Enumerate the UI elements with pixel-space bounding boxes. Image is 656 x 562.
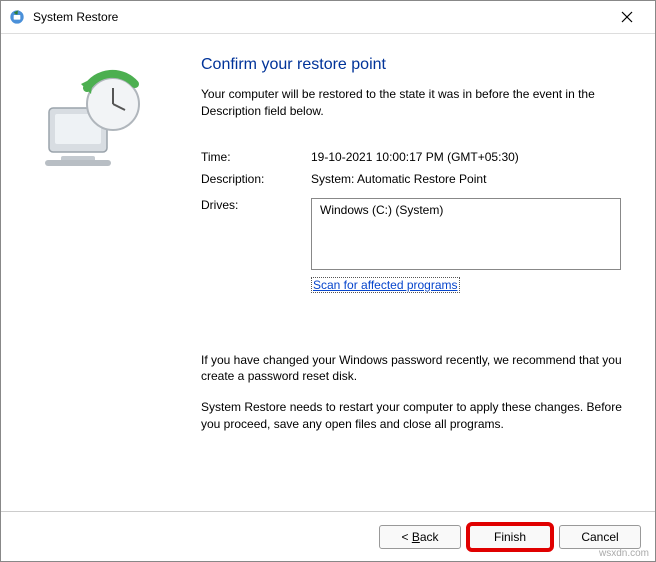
drives-label: Drives:: [201, 198, 311, 270]
footer: < Back Finish Cancel: [1, 511, 655, 561]
description-label: Description:: [201, 172, 311, 186]
close-button[interactable]: [607, 3, 647, 31]
finish-button[interactable]: Finish: [469, 525, 551, 549]
cancel-button[interactable]: Cancel: [559, 525, 641, 549]
description-value: System: Automatic Restore Point: [311, 172, 625, 186]
page-heading: Confirm your restore point: [201, 56, 625, 74]
back-label-rest: ack: [420, 530, 439, 544]
drive-item: Windows (C:) (System): [320, 203, 612, 217]
back-button[interactable]: < Back: [379, 525, 461, 549]
window-title: System Restore: [33, 10, 118, 24]
time-label: Time:: [201, 150, 311, 164]
main-panel: Confirm your restore point Your computer…: [181, 34, 655, 511]
password-note: If you have changed your Windows passwor…: [201, 352, 625, 386]
drives-listbox[interactable]: Windows (C:) (System): [311, 198, 621, 270]
scan-link-row: Scan for affected programs: [311, 278, 625, 292]
sidebar: [1, 34, 181, 511]
drives-row: Drives: Windows (C:) (System): [201, 198, 625, 270]
close-icon: [621, 11, 633, 23]
scan-affected-programs-link[interactable]: Scan for affected programs: [311, 277, 460, 293]
titlebar: System Restore: [1, 1, 655, 33]
system-restore-icon: [9, 9, 25, 25]
restart-note: System Restore needs to restart your com…: [201, 399, 625, 433]
content-area: Confirm your restore point Your computer…: [1, 33, 655, 511]
time-row: Time: 19-10-2021 10:00:17 PM (GMT+05:30): [201, 150, 625, 164]
intro-text: Your computer will be restored to the st…: [201, 86, 625, 120]
description-row: Description: System: Automatic Restore P…: [201, 172, 625, 186]
restore-graphic-icon: [31, 64, 151, 174]
time-value: 19-10-2021 10:00:17 PM (GMT+05:30): [311, 150, 625, 164]
